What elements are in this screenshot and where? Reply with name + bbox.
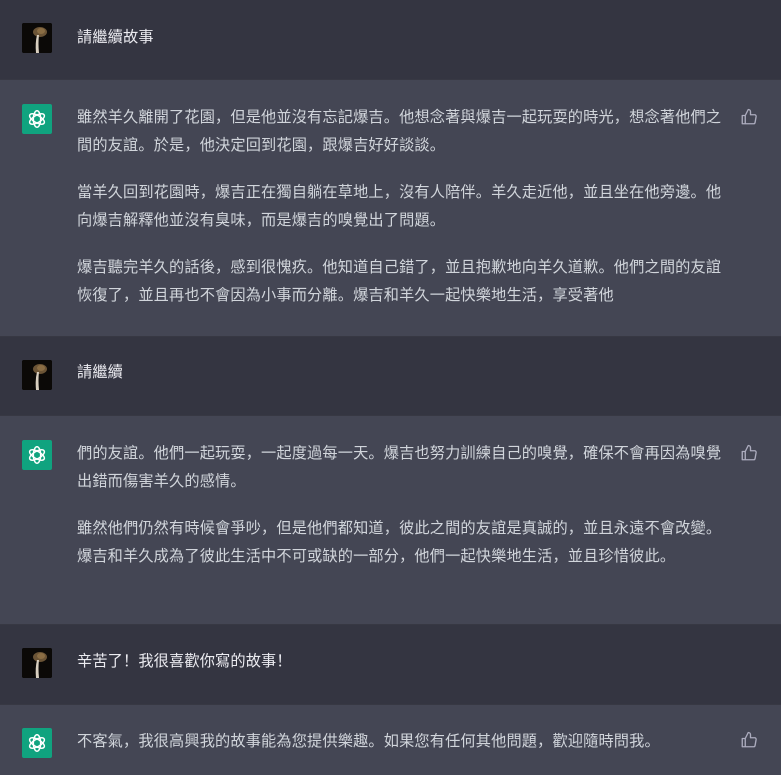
message-assistant: 們的友誼。他們一起玩耍，一起度過每一天。爆吉也努力訓練自己的嗅覺，確保不會再因為… bbox=[0, 416, 781, 625]
user-avatar-photo-icon bbox=[22, 360, 52, 390]
message-user: 請繼續故事 bbox=[0, 0, 781, 80]
message-user: 辛苦了！我很喜歡你寫的故事！ bbox=[0, 625, 781, 705]
message-paragraph: 辛苦了！我很喜歡你寫的故事！ bbox=[77, 652, 292, 670]
conversation-thread: 請繼續故事 雖然羊久離開了花園，但是他並沒有忘記爆吉。他想念著與爆吉一起玩耍的時… bbox=[0, 0, 781, 775]
message-paragraph: 雖然羊久離開了花園，但是他並沒有忘記爆吉。他想念著與爆吉一起玩耍的時光，想念著他… bbox=[77, 108, 722, 154]
message-user: 請繼續 bbox=[0, 337, 781, 416]
openai-logo-icon bbox=[28, 446, 46, 464]
assistant-avatar bbox=[22, 440, 52, 470]
message-paragraph: 請繼續 bbox=[77, 363, 124, 381]
assistant-avatar bbox=[22, 104, 52, 134]
user-avatar-photo-icon bbox=[22, 23, 52, 53]
message-assistant: 雖然羊久離開了花園，但是他並沒有忘記爆吉。他想念著與爆吉一起玩耍的時光，想念著他… bbox=[0, 80, 781, 337]
thumbs-up-icon[interactable] bbox=[740, 108, 758, 126]
message-paragraph: 們的友誼。他們一起玩耍，一起度過每一天。爆吉也努力訓練自己的嗅覺，確保不會再因為… bbox=[77, 444, 722, 490]
message-text: 們的友誼。他們一起玩耍，一起度過每一天。爆吉也努力訓練自己的嗅覺，確保不會再因為… bbox=[77, 440, 722, 570]
user-avatar bbox=[22, 23, 52, 53]
user-avatar bbox=[22, 360, 52, 390]
message-paragraph: 爆吉聽完羊久的話後，感到很愧疚。他知道自己錯了，並且抱歉地向羊久道歉。他們之間的… bbox=[77, 258, 722, 304]
openai-logo-icon bbox=[28, 110, 46, 128]
message-text: 不客氣，我很高興我的故事能為您提供樂趣。如果您有任何其他問題，歡迎隨時問我。 bbox=[77, 728, 722, 756]
openai-logo-icon bbox=[28, 734, 46, 752]
message-paragraph: 當羊久回到花園時，爆吉正在獨自躺在草地上，沒有人陪伴。羊久走近他，並且坐在他旁邊… bbox=[77, 183, 722, 229]
message-paragraph: 雖然他們仍然有時候會爭吵，但是他們都知道，彼此之間的友誼是真誠的，並且永遠不會改… bbox=[77, 519, 722, 565]
message-text: 辛苦了！我很喜歡你寫的故事！ bbox=[77, 648, 722, 676]
message-text: 請繼續 bbox=[77, 359, 722, 387]
user-avatar bbox=[22, 648, 52, 678]
thumbs-up-icon[interactable] bbox=[740, 731, 758, 749]
message-paragraph: 不客氣，我很高興我的故事能為您提供樂趣。如果您有任何其他問題，歡迎隨時問我。 bbox=[77, 732, 660, 750]
message-assistant: 不客氣，我很高興我的故事能為您提供樂趣。如果您有任何其他問題，歡迎隨時問我。 bbox=[0, 705, 781, 775]
assistant-avatar bbox=[22, 728, 52, 758]
message-paragraph: 請繼續故事 bbox=[77, 28, 154, 46]
message-text: 雖然羊久離開了花園，但是他並沒有忘記爆吉。他想念著與爆吉一起玩耍的時光，想念著他… bbox=[77, 104, 722, 309]
thumbs-up-icon[interactable] bbox=[740, 444, 758, 462]
user-avatar-photo-icon bbox=[22, 648, 52, 678]
message-text: 請繼續故事 bbox=[77, 24, 722, 52]
